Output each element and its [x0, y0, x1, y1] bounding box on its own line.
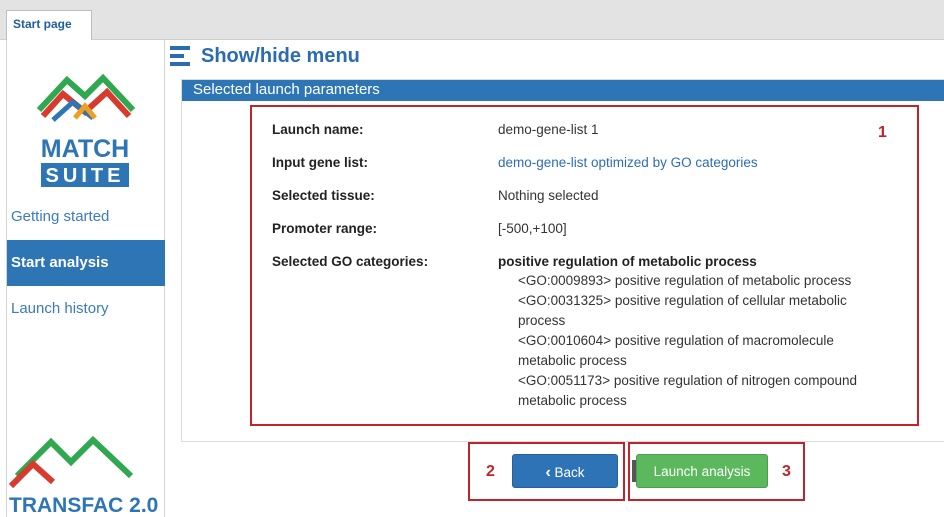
panel-title: Selected launch parameters — [182, 80, 944, 101]
svg-text:MATCH: MATCH — [41, 135, 129, 163]
annotation-box-3 — [628, 442, 805, 501]
show-hide-menu-title[interactable]: Show/hide menu — [201, 45, 360, 68]
sidebar-item-getting-started[interactable]: Getting started — [7, 194, 165, 240]
annotation-number-2: 2 — [486, 463, 495, 480]
svg-text:SUITE: SUITE — [46, 165, 125, 187]
match-suite-logo: MATCH SUITE — [36, 73, 136, 187]
annotation-number-3: 3 — [782, 463, 791, 480]
annotation-number-1: 1 — [878, 124, 887, 141]
tab-start-page[interactable]: Start page — [6, 10, 92, 41]
sidebar-item-start-analysis[interactable]: Start analysis — [7, 240, 165, 286]
tab-bar: Start page — [0, 0, 944, 41]
svg-text:TRANSFAC 2.0: TRANSFAC 2.0 — [9, 494, 158, 517]
hamburger-menu-icon[interactable] — [170, 46, 190, 66]
transfac-logo: TRANSFAC 2.0 — [8, 435, 158, 517]
annotation-box-1 — [250, 105, 919, 426]
sidebar: MATCH SUITE Getting started Start analys… — [6, 40, 165, 517]
sidebar-item-launch-history[interactable]: Launch history — [7, 286, 165, 332]
